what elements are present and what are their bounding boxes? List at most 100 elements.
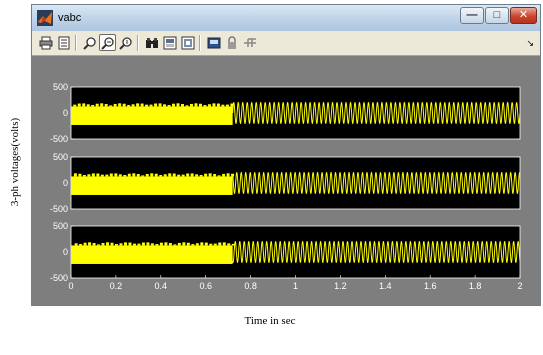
signal-selection-button[interactable]	[241, 34, 258, 51]
y-tick-label: -500	[50, 273, 68, 283]
x-tick-label: 1	[293, 281, 298, 291]
close-button[interactable]: ✕	[510, 7, 537, 24]
burst-spike	[97, 244, 101, 246]
burst-spike	[155, 243, 159, 246]
burst-spike	[109, 173, 113, 177]
scope-axes-1: 500 0 -500	[50, 82, 521, 144]
burst-spike	[195, 243, 199, 246]
burst-spike	[195, 174, 199, 177]
burst-spike	[227, 243, 231, 246]
y-tick-label: 0	[63, 178, 68, 188]
save-axes-settings-button[interactable]	[161, 34, 178, 51]
burst-spike	[221, 104, 225, 107]
y-tick-label: 0	[63, 108, 68, 118]
burst-spike	[172, 103, 176, 107]
burst-spike	[106, 242, 110, 246]
burst-spike	[182, 242, 186, 246]
burst-spike	[159, 175, 163, 177]
signal-selection-icon	[243, 37, 256, 47]
burst-spike	[150, 173, 154, 177]
burst-spike	[222, 173, 226, 177]
burst-spike	[83, 242, 87, 246]
y-tick-label: 500	[53, 152, 68, 162]
burst-spike	[88, 242, 92, 246]
x-tick-label: 0.2	[110, 281, 123, 291]
maximize-button[interactable]: □	[485, 7, 509, 24]
burst-spike	[91, 173, 95, 177]
toolbar-separator	[75, 35, 77, 51]
burst-spike	[186, 242, 190, 246]
x-tick-label: 0.8	[244, 281, 257, 291]
burst-spike	[95, 103, 99, 107]
x-tick-label: 0.6	[199, 281, 212, 291]
burst-spike	[225, 104, 229, 107]
burst-spike	[173, 244, 177, 246]
y-tick-label: 500	[53, 221, 68, 231]
burst-spike	[119, 243, 123, 246]
toolbar-overflow-icon[interactable]: ↘	[526, 38, 534, 49]
x-tick-label: 0	[68, 281, 73, 291]
burst-spike	[222, 242, 226, 246]
burst-spike	[141, 175, 145, 177]
floating-scope-button[interactable]	[205, 34, 222, 51]
burst-spike	[209, 243, 213, 246]
burst-spike	[77, 103, 81, 107]
burst-spike	[150, 243, 154, 246]
window-title: vabc	[58, 12, 82, 24]
zoom-x-button[interactable]	[99, 34, 116, 51]
burst-spike	[137, 243, 141, 246]
burst-spike	[164, 242, 168, 246]
burst-spike	[218, 242, 222, 246]
burst-band	[71, 106, 233, 125]
lock-axes-icon	[227, 35, 236, 49]
zoom-button[interactable]	[81, 34, 98, 51]
zoom-y-button[interactable]	[117, 34, 134, 51]
print-button[interactable]	[37, 34, 54, 51]
burst-spike	[145, 173, 149, 177]
burst-spike	[159, 242, 163, 246]
scope-axes-svg: 5000-5005000-5005000-5000 0.2 0.4 0.6 0.8 1 1.…	[50, 82, 523, 291]
restore-axes-settings-button[interactable]	[179, 34, 196, 51]
time-offset-label: Time offset:	[36, 345, 83, 355]
autoscale-button[interactable]	[143, 34, 160, 51]
burst-spike	[198, 103, 202, 107]
burst-spike	[208, 173, 212, 177]
burst-spike	[100, 174, 104, 177]
burst-spike	[91, 104, 95, 107]
burst-spike	[73, 173, 77, 177]
burst-spike	[154, 173, 158, 177]
burst-spike	[154, 103, 158, 107]
burst-spike	[110, 242, 114, 246]
save-axes-settings-icon	[163, 36, 176, 49]
burst-spike	[101, 242, 105, 246]
burst-spike	[140, 103, 144, 107]
floating-scope-icon	[207, 37, 220, 48]
x-tick-label: 1.4	[379, 281, 392, 291]
scope-axes-2: 500 0 -500	[50, 152, 521, 214]
burst-spike	[213, 243, 217, 246]
burst-spike	[189, 103, 193, 107]
burst-spike	[73, 104, 77, 107]
time-offset-value: 0	[94, 345, 100, 355]
burst-region	[71, 242, 235, 264]
burst-spike	[199, 174, 203, 177]
burst-spike	[213, 174, 217, 177]
burst-spike	[163, 104, 167, 107]
lock-axes-button[interactable]	[223, 34, 240, 51]
burst-spike	[204, 242, 208, 246]
zoom-icon	[82, 36, 96, 50]
burst-spike	[132, 243, 136, 246]
parameters-button[interactable]	[55, 34, 72, 51]
close-icon: ✕	[518, 9, 529, 21]
burst-spike	[136, 103, 140, 107]
burst-region	[71, 173, 235, 195]
burst-spike	[115, 244, 119, 246]
burst-spike	[177, 242, 181, 246]
y-tick-label: -500	[50, 204, 68, 214]
burst-spike	[212, 103, 216, 107]
burst-spike	[146, 242, 150, 246]
title-bar[interactable]: vabc — □ ✕	[32, 5, 540, 31]
maximize-icon: □	[493, 9, 501, 21]
minimize-button[interactable]: —	[460, 7, 484, 24]
x-tick-label: 2	[517, 281, 522, 291]
